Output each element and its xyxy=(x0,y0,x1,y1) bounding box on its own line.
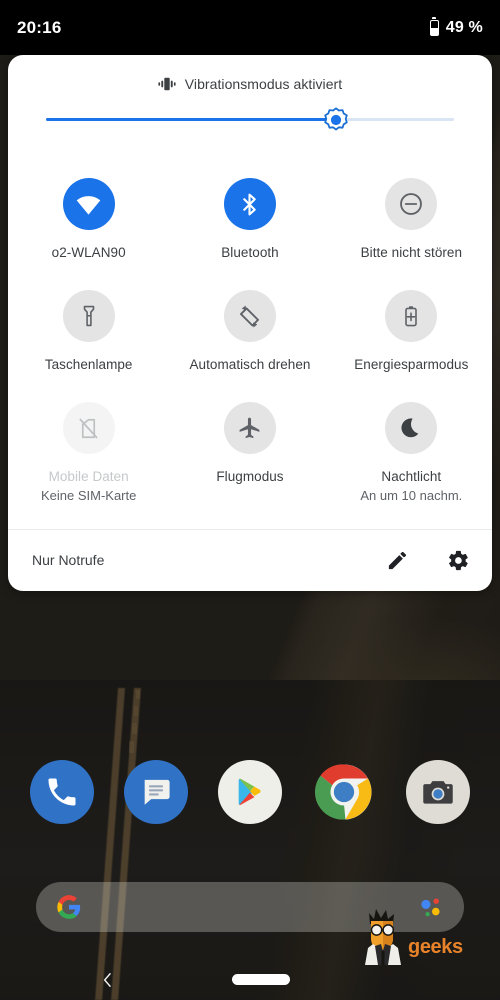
tile-flashlight[interactable]: Taschenlampe xyxy=(8,276,169,388)
battery-half-icon xyxy=(429,19,439,36)
dock-app-chrome[interactable] xyxy=(312,760,376,824)
tile-mobile-data-label: Mobile Daten xyxy=(48,469,129,484)
moon-icon xyxy=(401,418,419,438)
vibrate-icon xyxy=(158,77,176,91)
tile-flashlight-label: Taschenlampe xyxy=(44,357,133,372)
tile-battery-saver[interactable]: Energiesparmodus xyxy=(331,276,492,388)
footer-actions xyxy=(386,549,470,572)
watermark-label: geeks xyxy=(408,936,463,958)
wallpaper-dash xyxy=(136,690,140,699)
tile-auto-rotate[interactable]: Automatisch drehen xyxy=(169,276,330,388)
play-store-icon xyxy=(238,778,261,806)
brightness-thumb-icon[interactable] xyxy=(321,105,351,135)
quick-settings-tile-grid: o2-WLAN90 Bluetooth Bitte nicht stören T… xyxy=(8,150,492,529)
bluetooth-icon xyxy=(243,193,257,215)
ringer-mode-label: Vibrationsmodus aktiviert xyxy=(184,76,343,92)
tile-auto-rotate-circle xyxy=(223,290,276,342)
phone-icon xyxy=(48,778,76,806)
dock-app-camera[interactable] xyxy=(406,760,470,824)
tile-battery-saver-label: Energiesparmodus xyxy=(354,357,469,372)
gear-icon[interactable] xyxy=(447,549,470,572)
tile-bluetooth[interactable]: Bluetooth xyxy=(169,164,330,276)
tile-night-light-sublabel: An um 10 nachm. xyxy=(360,488,463,504)
quick-settings-panel: Vibrationsmodus aktiviert o2-WLAN90 Blue… xyxy=(8,55,492,591)
back-chevron-icon[interactable] xyxy=(96,968,120,992)
status-bar: 20:16 49 % xyxy=(0,0,500,55)
tile-airplane-mode[interactable]: Flugmodus xyxy=(169,388,330,511)
auto-rotate-icon xyxy=(240,304,260,328)
tile-airplane-mode-label: Flugmodus xyxy=(216,469,284,484)
do-not-disturb-icon xyxy=(400,193,423,215)
tile-row: o2-WLAN90 Bluetooth Bitte nicht stören xyxy=(8,164,492,276)
wallpaper-dash xyxy=(134,706,138,716)
tile-wifi-circle xyxy=(62,178,115,230)
brightness-slider[interactable] xyxy=(8,96,492,150)
tile-bluetooth-circle xyxy=(223,178,276,230)
tile-mobile-data-sublabel: Keine SIM-Karte xyxy=(40,488,137,504)
tile-row: Mobile Daten Keine SIM-Karte Flugmodus N… xyxy=(8,388,492,511)
home-pill-icon[interactable] xyxy=(232,974,290,985)
quick-settings-footer: Nur Notrufe xyxy=(8,528,492,591)
navigation-bar xyxy=(0,960,500,1000)
tile-do-not-disturb-label: Bitte nicht stören xyxy=(360,245,463,260)
camera-icon xyxy=(423,781,453,804)
status-bar-clock: 20:16 xyxy=(17,17,62,37)
airplane-icon xyxy=(240,417,260,438)
dock-app-phone[interactable] xyxy=(30,760,94,824)
wifi-icon xyxy=(76,195,101,215)
geeks-mascot-icon xyxy=(365,909,401,965)
flashlight-icon xyxy=(83,305,94,327)
brightness-fill xyxy=(46,118,335,121)
tile-airplane-mode-circle xyxy=(223,402,276,454)
tile-wifi[interactable]: o2-WLAN90 xyxy=(8,164,169,276)
home-dock xyxy=(0,760,500,824)
tile-bluetooth-label: Bluetooth xyxy=(221,245,279,260)
carrier-status-label: Nur Notrufe xyxy=(32,552,105,569)
tile-night-light[interactable]: Nachtlicht An um 10 nachm. xyxy=(331,388,492,511)
tile-do-not-disturb-circle xyxy=(385,178,438,230)
watermark: geeks xyxy=(360,905,485,965)
tile-auto-rotate-label: Automatisch drehen xyxy=(189,357,311,372)
tile-mobile-data[interactable]: Mobile Daten Keine SIM-Karte xyxy=(8,388,169,511)
chrome-icon xyxy=(315,764,372,820)
google-g-icon xyxy=(57,895,81,919)
ringer-mode-status[interactable]: Vibrationsmodus aktiviert xyxy=(8,55,492,96)
battery-saver-icon xyxy=(405,306,418,327)
pencil-icon[interactable] xyxy=(386,549,409,572)
tile-flashlight-circle xyxy=(62,290,115,342)
status-bar-right: 49 % xyxy=(429,18,483,37)
tile-mobile-data-circle xyxy=(62,402,115,454)
tile-do-not-disturb[interactable]: Bitte nicht stören xyxy=(331,164,492,276)
dock-app-messages[interactable] xyxy=(124,760,188,824)
dock-app-play-store[interactable] xyxy=(218,760,282,824)
tile-wifi-label: o2-WLAN90 xyxy=(51,245,126,260)
battery-percent-label: 49 % xyxy=(445,18,483,36)
wallpaper-dash xyxy=(129,741,134,753)
messages-icon xyxy=(144,779,170,805)
tile-night-light-label: Nachtlicht xyxy=(381,469,442,484)
wallpaper-dash xyxy=(132,723,137,734)
android-screen: 20:16 49 % Vibrationsmodus aktiviert o2-… xyxy=(0,0,500,1000)
no-sim-icon xyxy=(79,418,98,438)
tile-night-light-circle xyxy=(385,402,438,454)
tile-battery-saver-circle xyxy=(385,290,438,342)
tile-row: Taschenlampe Automatisch drehen Energies… xyxy=(8,276,492,388)
